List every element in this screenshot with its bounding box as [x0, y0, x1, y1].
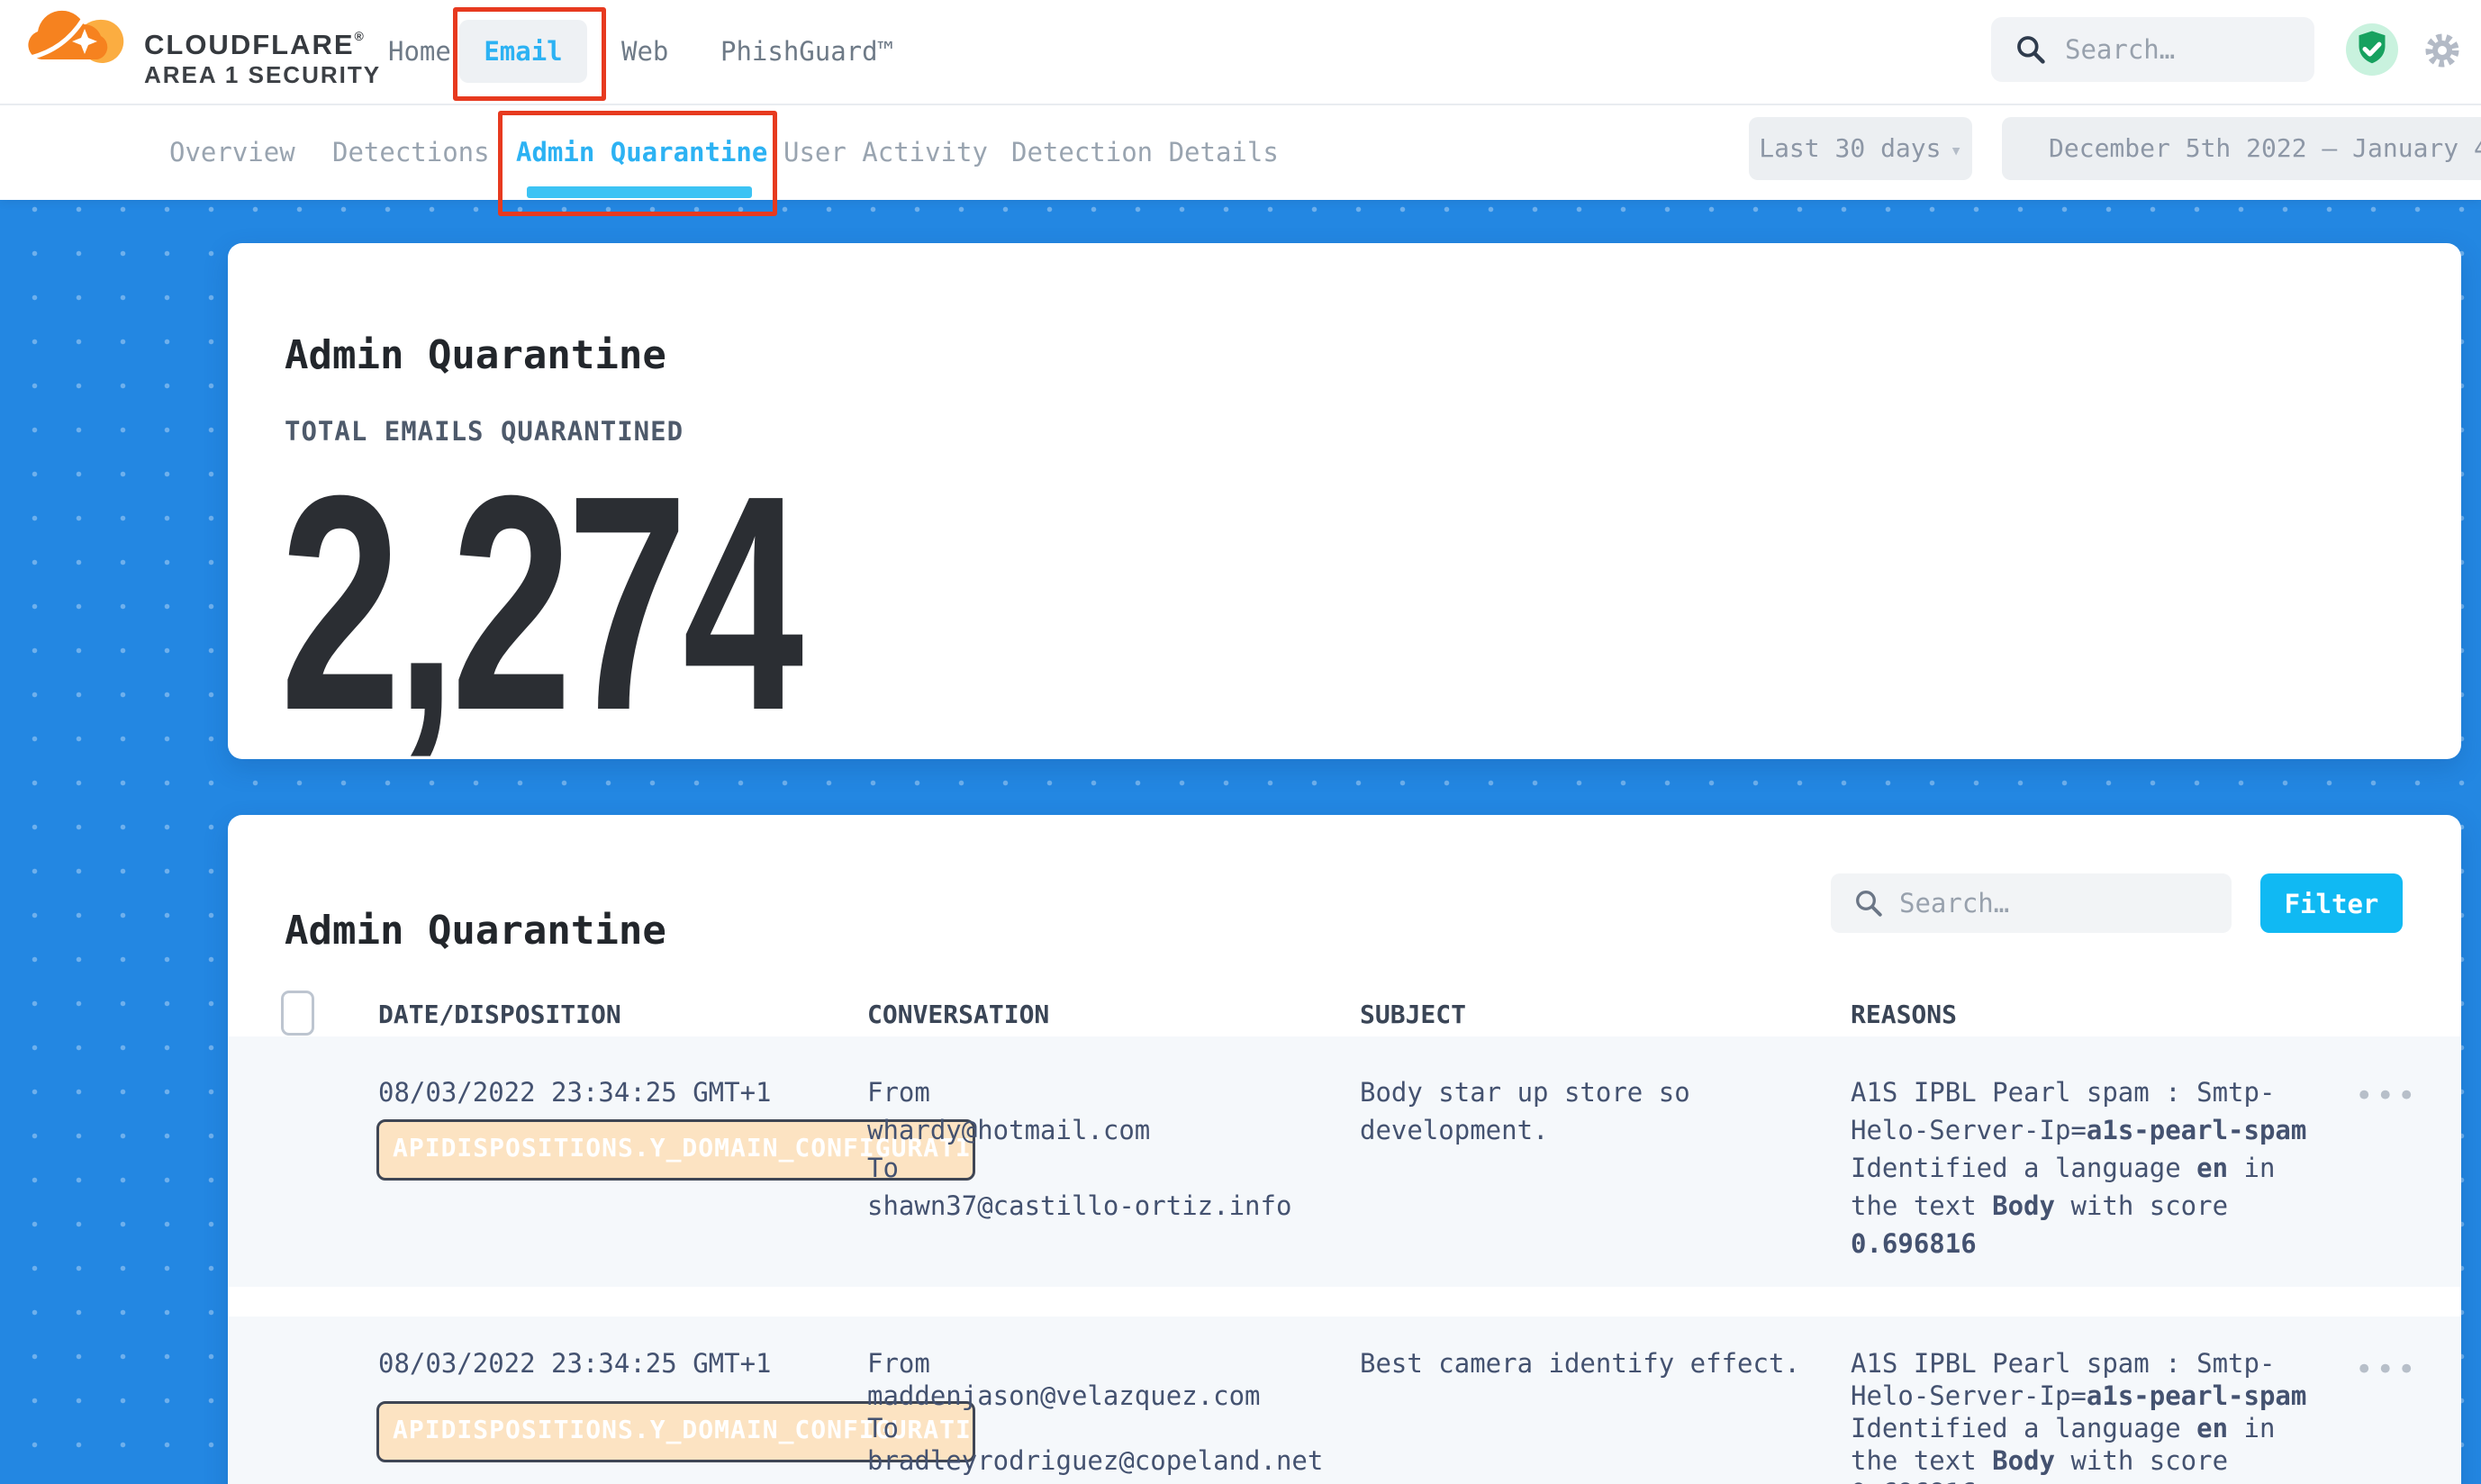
cloudflare-area1-logo: CLOUDFLARE® AREA 1 SECURITY: [27, 5, 405, 99]
nav-item-web[interactable]: Web: [621, 20, 668, 83]
tab-user-activity[interactable]: User Activity: [783, 133, 988, 171]
top-navigation-bar: CLOUDFLARE® AREA 1 SECURITY HomeEmail Web…: [0, 0, 2481, 105]
column-header-conversation: CONVERSATION: [867, 1000, 1049, 1029]
column-header-reasons: REASONS: [1851, 1000, 1957, 1029]
protection-shield-icon[interactable]: [2346, 23, 2398, 76]
search-icon: [1852, 887, 1885, 919]
column-header-subject: SUBJECT: [1360, 1000, 1466, 1029]
nav-item-email[interactable]: Email: [459, 20, 587, 83]
brand-subtitle: AREA 1 SECURITY: [144, 61, 381, 89]
cell-conversation: Frommaddenjason@velazquez.comTobradleyro…: [867, 1347, 1323, 1477]
table-search-input[interactable]: Search…: [1831, 873, 2232, 933]
search-placeholder: Search…: [2065, 17, 2175, 82]
admin-quarantine-table-card: Admin Quarantine Search… Filter DATE/DIS…: [228, 815, 2461, 1484]
row-more-actions-icon[interactable]: •••: [2355, 1082, 2418, 1109]
nav-item-home[interactable]: Home: [388, 20, 451, 83]
filter-button[interactable]: Filter: [2260, 873, 2403, 933]
page: CLOUDFLARE® AREA 1 SECURITY HomeEmail Web…: [0, 0, 2481, 1484]
registered-mark: ®: [355, 29, 366, 43]
cell-subject: Best camera identify effect.: [1360, 1347, 1800, 1380]
column-header-date-disposition: DATE/DISPOSITION: [378, 1000, 621, 1029]
date-range-field[interactable]: December 5th 2022 — January 4th 2023: [2002, 117, 2481, 180]
cell-reasons: A1S IPBL Pearl spam : Smtp-Helo-Server-I…: [1851, 1073, 2306, 1262]
brand-title: CLOUDFLARE®: [144, 29, 366, 61]
quarantine-summary-card: Admin Quarantine TOTAL EMAILS QUARANTINE…: [228, 243, 2461, 759]
search-icon: [2014, 32, 2048, 67]
row-more-actions-icon[interactable]: •••: [2355, 1356, 2418, 1383]
total-quarantined-value: 2,274: [280, 450, 799, 756]
global-search-input[interactable]: Search…: [1991, 17, 2314, 82]
tab-detections[interactable]: Detections: [332, 133, 490, 171]
email-section-tabs-bar: Overview Detections Admin Quarantine User A…: [0, 104, 2481, 200]
nav-item-phishguard[interactable]: PhishGuard™: [720, 20, 893, 83]
select-all-checkbox[interactable]: [281, 991, 314, 1036]
table-card-title: Admin Quarantine: [285, 908, 666, 954]
cell-date: 08/03/2022 23:34:25 GMT+1: [378, 1347, 772, 1380]
tab-overview[interactable]: Overview: [169, 133, 295, 171]
cell-subject: Body star up store sodevelopment.: [1360, 1073, 1690, 1149]
summary-card-title: Admin Quarantine: [285, 332, 666, 378]
active-tab-underline: [527, 186, 752, 198]
cell-reasons: A1S IPBL Pearl spam : Smtp-Helo-Server-I…: [1851, 1347, 2306, 1484]
chevron-down-icon: ▾: [1951, 140, 1962, 162]
tab-admin-quarantine[interactable]: Admin Quarantine: [516, 133, 767, 171]
cell-conversation: Fromwhardy@hotmail.comToshawn37@castillo…: [867, 1073, 1291, 1225]
cell-date: 08/03/2022 23:34:25 GMT+1: [378, 1073, 772, 1111]
tab-detection-details[interactable]: Detection Details: [1011, 133, 1279, 171]
cloudflare-cloud-icon: [27, 7, 124, 63]
table-search-placeholder: Search…: [1899, 873, 2009, 933]
settings-gear-icon[interactable]: [2421, 29, 2464, 72]
time-range-dropdown[interactable]: Last 30 days▾: [1749, 117, 1972, 180]
